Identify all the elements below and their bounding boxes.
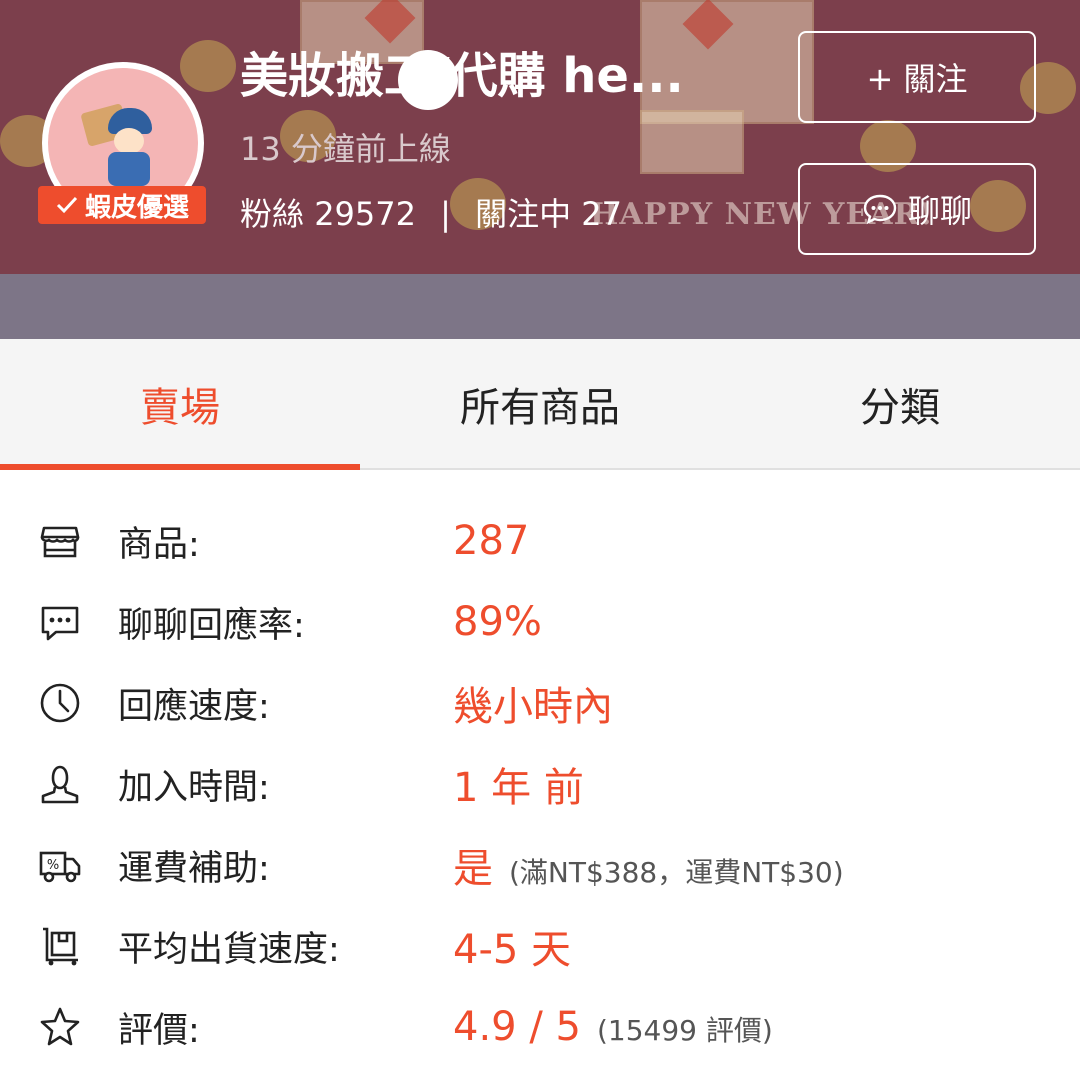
followers-label: 粉絲 — [240, 195, 305, 233]
follow-button[interactable]: + 關注 — [798, 31, 1036, 123]
shipping-truck-icon: % — [38, 843, 82, 887]
follow-button-label: + 關注 — [866, 60, 968, 98]
chat-button[interactable]: 聊聊 — [798, 163, 1036, 255]
tab-shop[interactable]: 賣場 — [0, 339, 360, 470]
info-row-joined: 加入時間: 1 年 前 — [0, 744, 1080, 824]
shop-tabs: 賣場 所有商品 分類 — [0, 339, 1080, 470]
parcel-icon — [38, 924, 82, 968]
info-value: 89% — [453, 599, 542, 645]
info-row-shipping-speed: 平均出貨速度: 4-5 天 — [0, 906, 1080, 986]
banner-band — [0, 274, 1080, 339]
info-label: 評價: — [118, 1010, 200, 1051]
following-count[interactable]: 27 — [581, 195, 622, 233]
info-row-shipping-subsidy: % 運費補助: 是 (滿NT$388，運費NT$30) — [0, 825, 1080, 905]
avatar-face — [114, 128, 144, 154]
info-value: 是 (滿NT$388，運費NT$30) — [453, 836, 844, 894]
redaction-blob — [398, 50, 458, 110]
following-label: 關注中 — [475, 195, 572, 233]
info-label: 聊聊回應率: — [118, 605, 305, 646]
online-status: 13 分鐘前上線 — [240, 130, 451, 168]
info-value: 4.9 / 5 (15499 評價) — [453, 1004, 773, 1050]
stats-separator: | — [440, 195, 451, 233]
info-value: 幾小時內 — [453, 684, 613, 730]
tab-categories[interactable]: 分類 — [720, 339, 1080, 468]
chat-bubble-icon — [38, 600, 82, 644]
info-row-chat-response-rate: 聊聊回應率: 89% — [0, 582, 1080, 662]
shipping-note: (滿NT$388，運費NT$30) — [509, 856, 844, 889]
info-value: 1 年 前 — [453, 765, 584, 811]
info-value: 4-5 天 — [453, 927, 572, 973]
user-icon — [38, 762, 82, 806]
chat-button-label: 聊聊 — [907, 192, 972, 230]
follow-stats: 粉絲 29572 | 關注中 27 — [240, 192, 622, 236]
followers-count[interactable]: 29572 — [314, 195, 416, 233]
info-label: 平均出貨速度: — [118, 929, 340, 970]
info-label: 回應速度: — [118, 686, 270, 727]
avatar-body — [108, 152, 150, 186]
banner-decoration — [640, 110, 744, 174]
info-row-products: 商品: 287 — [0, 501, 1080, 581]
rating-count: (15499 評價) — [596, 1014, 773, 1047]
info-row-response-speed: 回應速度: 幾小時內 — [0, 663, 1080, 743]
chick-decoration — [180, 40, 236, 92]
shop-icon — [38, 519, 82, 563]
info-value-text: 是 — [453, 846, 493, 892]
info-label: 加入時間: — [118, 767, 270, 808]
tab-all-products[interactable]: 所有商品 — [360, 339, 720, 468]
chat-bubble-icon — [863, 194, 897, 225]
info-value: 287 — [453, 518, 530, 564]
svg-text:%: % — [47, 858, 59, 873]
shop-name: 美妝搬工/代購 he... — [240, 48, 684, 104]
star-icon — [38, 1005, 82, 1049]
preferred-seller-badge: 蝦皮優選 — [38, 186, 206, 224]
rating-value: 4.9 / 5 — [453, 1004, 581, 1050]
info-row-rating[interactable]: 評價: 4.9 / 5 (15499 評價) — [0, 987, 1080, 1067]
check-icon — [56, 196, 78, 214]
badge-label: 蝦皮優選 — [84, 192, 189, 223]
info-label: 運費補助: — [118, 848, 270, 889]
clock-icon — [38, 681, 82, 725]
info-label: 商品: — [118, 524, 200, 565]
